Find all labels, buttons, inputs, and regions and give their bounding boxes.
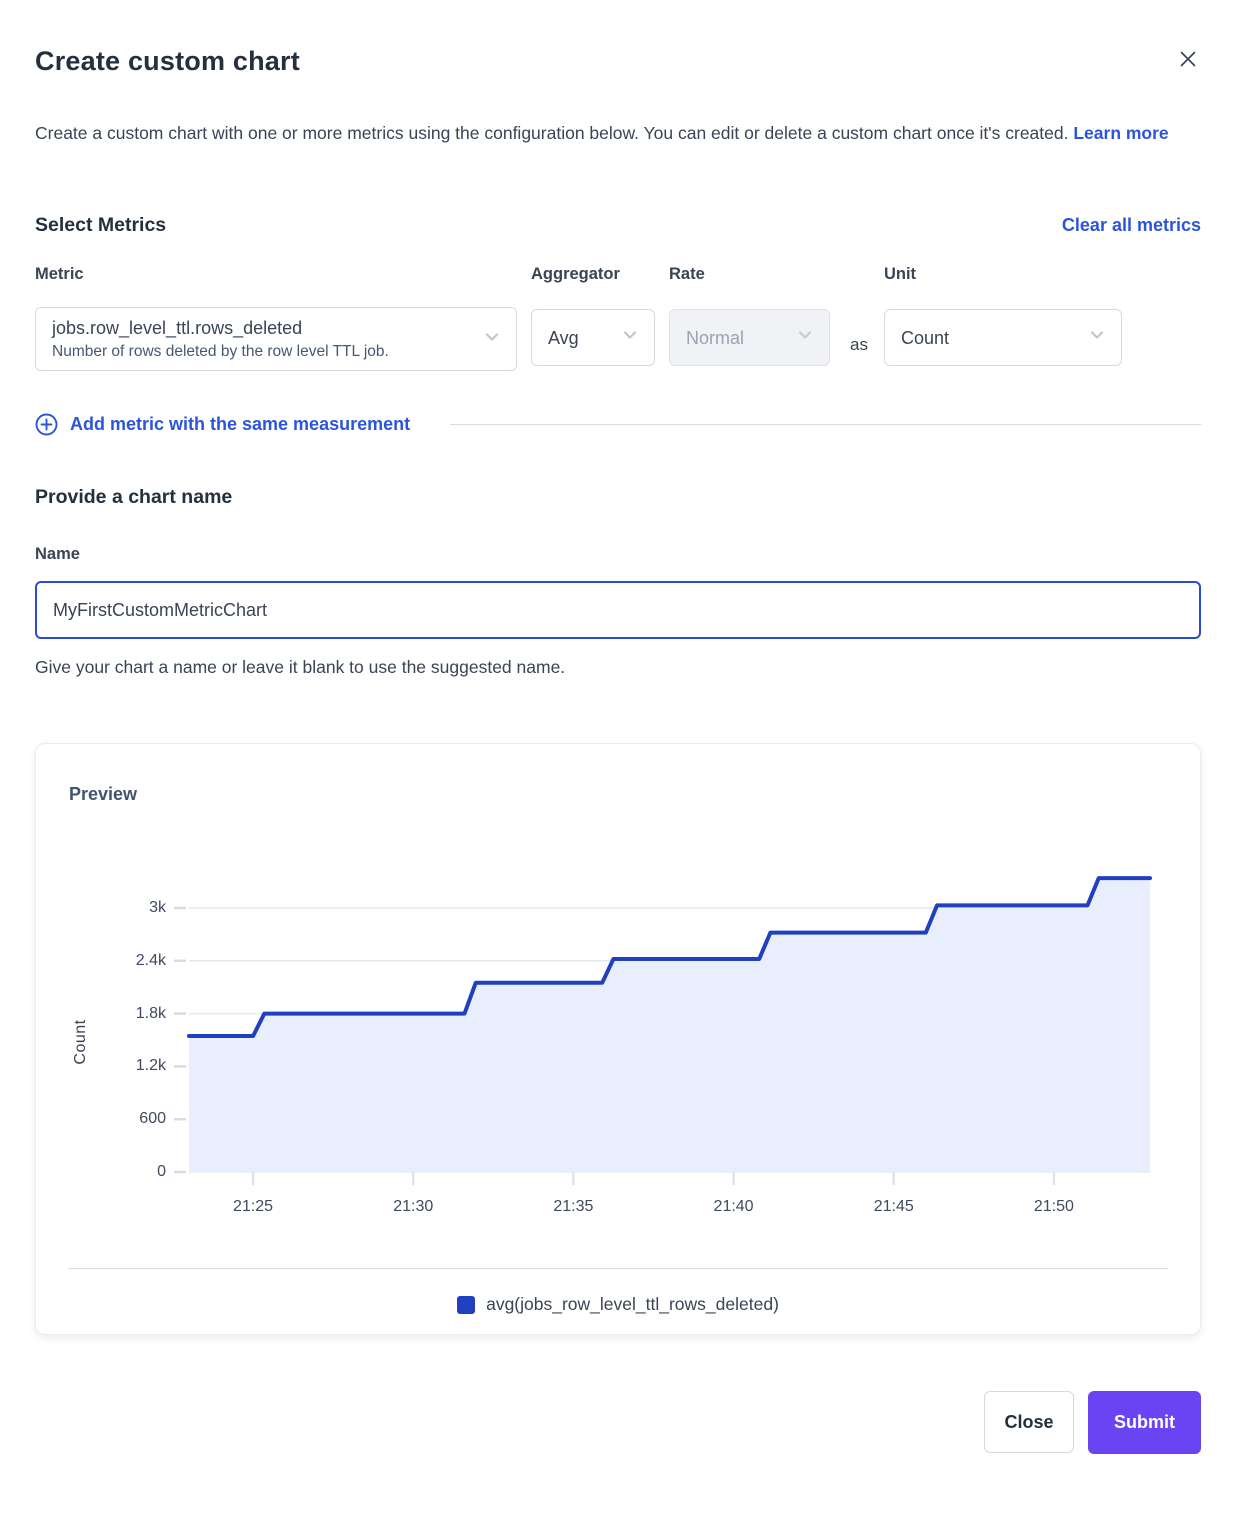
- close-x-glyph: [1177, 48, 1199, 70]
- legend-divider: [68, 1268, 1168, 1269]
- unit-field: Unit Count: [884, 265, 1122, 366]
- page-title: Create custom chart: [35, 44, 300, 78]
- close-button[interactable]: Close: [984, 1391, 1074, 1453]
- plus-circle-icon: [35, 413, 58, 436]
- metric-select-description: Number of rows deleted by the row level …: [52, 341, 389, 362]
- aggregator-select-value: Avg: [548, 326, 579, 350]
- unit-select-value: Count: [901, 326, 949, 350]
- y-axis-tick-label: 1.8k: [76, 1003, 166, 1025]
- chevron-down-icon: [482, 327, 502, 352]
- modal-description: Create a custom chart with one or more m…: [35, 114, 1180, 152]
- y-axis-labels: 0 600 1.2k 1.8k 2.4k 3k: [76, 744, 166, 1334]
- chart-name-heading: Provide a chart name: [35, 486, 1201, 509]
- chart-name-input[interactable]: [35, 581, 1201, 639]
- clear-all-metrics-link[interactable]: Clear all metrics: [1062, 215, 1201, 236]
- metric-field: Metric jobs.row_level_ttl.rows_deleted N…: [35, 265, 517, 371]
- add-metric-row: Add metric with the same measurement: [35, 413, 1201, 436]
- x-axis-tick-label: 21:30: [393, 1196, 433, 1218]
- x-axis-tick-label: 21:35: [553, 1196, 593, 1218]
- modal-header: Create custom chart: [35, 44, 1201, 78]
- x-axis-tick-label: 21:25: [233, 1196, 273, 1218]
- y-axis-tick-label: 600: [76, 1108, 166, 1130]
- metric-column-label: Metric: [35, 265, 517, 287]
- preview-card: Preview Count 06001.2k1.8k2.4k3k 21:2521…: [35, 743, 1201, 1335]
- x-axis-tick-label: 21:40: [714, 1196, 754, 1218]
- learn-more-link[interactable]: Learn more: [1073, 123, 1168, 143]
- description-text: Create a custom chart with one or more m…: [35, 123, 1068, 143]
- create-custom-chart-modal: Create custom chart Create a custom char…: [0, 0, 1236, 1489]
- name-field-label: Name: [35, 545, 1201, 567]
- modal-footer: Close Submit: [35, 1391, 1201, 1489]
- rate-select-value: Normal: [686, 326, 744, 350]
- unit-select[interactable]: Count: [884, 309, 1122, 366]
- legend-series-label: avg(jobs_row_level_ttl_rows_deleted): [486, 1294, 779, 1315]
- chevron-down-icon: [620, 325, 640, 350]
- rate-select: Normal: [669, 309, 830, 366]
- name-helper-text: Give your chart a name or leave it blank…: [35, 655, 1201, 679]
- close-icon[interactable]: [1175, 46, 1201, 75]
- rate-column-label: Rate: [669, 265, 830, 287]
- as-label: as: [830, 335, 884, 371]
- submit-button[interactable]: Submit: [1088, 1391, 1201, 1454]
- chart-legend: avg(jobs_row_level_ttl_rows_deleted): [36, 1294, 1200, 1315]
- legend-swatch: [457, 1296, 475, 1314]
- aggregator-field: Aggregator Avg: [531, 265, 655, 366]
- x-axis-tick-label: 21:45: [874, 1196, 914, 1218]
- y-axis-tick-label: 2.4k: [76, 950, 166, 972]
- aggregator-column-label: Aggregator: [531, 265, 655, 287]
- horizontal-divider: [450, 424, 1201, 425]
- x-axis-tick-label: 21:50: [1034, 1196, 1074, 1218]
- add-metric-link[interactable]: Add metric with the same measurement: [35, 413, 410, 436]
- y-axis-tick-label: 0: [76, 1161, 166, 1183]
- aggregator-select[interactable]: Avg: [531, 309, 655, 366]
- rate-field: Rate Normal: [669, 265, 830, 366]
- add-metric-label: Add metric with the same measurement: [70, 414, 410, 435]
- y-axis-tick-label: 3k: [76, 897, 166, 919]
- select-metrics-heading: Select Metrics: [35, 214, 166, 237]
- metric-config-row: Metric jobs.row_level_ttl.rows_deleted N…: [35, 265, 1201, 371]
- metric-select-texts: jobs.row_level_ttl.rows_deleted Number o…: [52, 316, 389, 362]
- chevron-down-icon: [1087, 325, 1107, 350]
- y-axis-tick-label: 1.2k: [76, 1055, 166, 1077]
- preview-step-area-chart: [174, 864, 1150, 1186]
- unit-column-label: Unit: [884, 265, 1122, 287]
- select-metrics-header: Select Metrics Clear all metrics: [35, 214, 1201, 237]
- chevron-down-icon: [795, 325, 815, 350]
- metric-select[interactable]: jobs.row_level_ttl.rows_deleted Number o…: [35, 307, 517, 371]
- metric-select-value: jobs.row_level_ttl.rows_deleted: [52, 316, 389, 340]
